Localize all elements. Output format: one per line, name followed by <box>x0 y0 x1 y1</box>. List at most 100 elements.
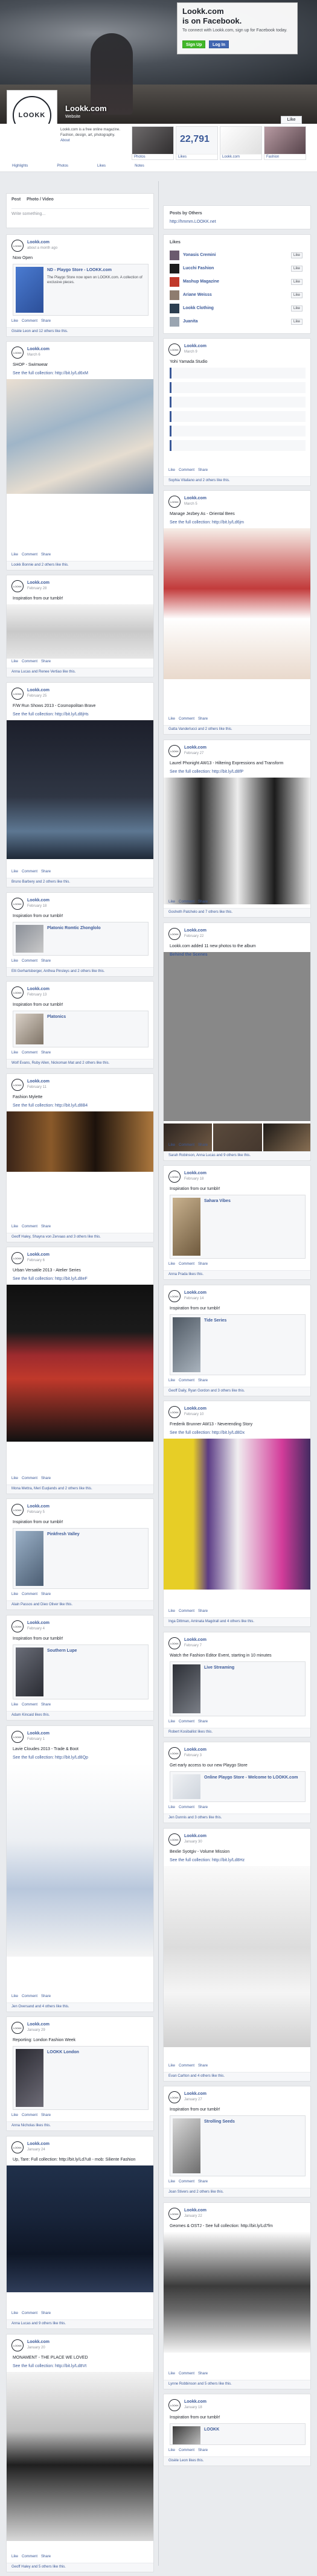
share-action[interactable]: Share <box>41 1225 51 1229</box>
page-avatar[interactable]: LOOKK <box>11 688 24 700</box>
post-author[interactable]: Lookk.com <box>184 344 207 348</box>
like-action[interactable]: Like <box>11 1703 18 1707</box>
liked-page-name[interactable]: Juanita <box>183 319 198 324</box>
like-action[interactable]: Like <box>168 1143 175 1147</box>
comment-action[interactable]: Comment <box>179 1143 194 1147</box>
post-time[interactable]: February 22 <box>184 935 203 938</box>
post-likes-summary[interactable]: Geoff Daily, Ryan Gordon and 3 others li… <box>164 1387 310 1396</box>
tile-lookk[interactable]: Lookk.com <box>220 126 262 160</box>
post-photo[interactable] <box>164 1866 310 2047</box>
post-photo[interactable] <box>7 379 153 494</box>
like-action[interactable]: Like <box>168 2449 175 2452</box>
share-action[interactable]: Share <box>41 1593 51 1596</box>
share-action[interactable]: Share <box>41 1051 51 1055</box>
like-action[interactable]: Like <box>168 1379 175 1382</box>
liked-page-row[interactable]: Yonasis Cremini Like <box>170 251 303 261</box>
page-avatar[interactable]: LOOKK <box>168 1171 181 1183</box>
share-action[interactable]: Share <box>198 1262 208 1266</box>
comment-action[interactable]: Comment <box>22 319 37 323</box>
post-time[interactable]: February 27 <box>184 752 203 755</box>
post-likes-summary[interactable]: Anna Prada likes this. <box>164 1270 310 1279</box>
share-action[interactable]: Share <box>41 660 51 663</box>
like-action[interactable]: Like <box>168 468 175 472</box>
post-author[interactable]: Lookk.com <box>184 1407 207 1411</box>
page-avatar[interactable]: LOOKK <box>11 2141 24 2153</box>
comment-action[interactable]: Comment <box>22 1051 37 1055</box>
post-time[interactable]: February 25 <box>27 694 46 698</box>
post-author[interactable]: Lookk.com <box>27 2022 50 2027</box>
post-photo[interactable] <box>7 604 153 659</box>
like-action[interactable]: Like <box>168 1609 175 1613</box>
post-likes-summary[interactable]: Geoff Haley and 5 others like this. <box>7 2563 153 2572</box>
share-action[interactable]: Share <box>198 1143 208 1147</box>
page-avatar[interactable]: LOOKK <box>11 898 24 910</box>
post-author[interactable]: Lookk.com <box>184 746 207 750</box>
like-action[interactable]: Like <box>11 1225 18 1229</box>
share-action[interactable]: Share <box>198 717 208 721</box>
about-link[interactable]: About <box>60 139 70 142</box>
like-action[interactable]: Like <box>11 553 18 557</box>
page-avatar[interactable]: LOOKK <box>168 1406 181 1418</box>
liked-page-name[interactable]: Lookk Clothing <box>183 306 214 310</box>
post-time[interactable]: January 20 <box>27 2346 45 2350</box>
page-avatar[interactable]: LOOKK <box>11 2022 24 2034</box>
comment-action[interactable]: Comment <box>179 1720 194 1724</box>
post-author[interactable]: Lookk.com <box>27 688 50 692</box>
page-avatar[interactable]: LOOKK <box>11 986 24 999</box>
link-title[interactable]: Sahara Vibes <box>204 1199 301 1203</box>
comment-action[interactable]: Comment <box>179 2180 194 2184</box>
like-action[interactable]: Like <box>11 660 18 663</box>
post-author[interactable]: Lookk.com <box>27 2340 50 2344</box>
page-avatar[interactable]: LOOKK <box>11 1620 24 1632</box>
post-likes-summary[interactable]: Lookk Bonnie and 2 others like this. <box>7 561 153 570</box>
post-author[interactable]: Lookk.com <box>27 987 50 991</box>
post-author[interactable]: Lookk.com <box>27 347 50 351</box>
comment-action[interactable]: Comment <box>22 2555 37 2558</box>
page-avatar[interactable]: LOOKK <box>168 2208 181 2220</box>
post-time[interactable]: January 29 <box>27 2028 45 2032</box>
share-action[interactable]: Share <box>198 2064 208 2068</box>
share-action[interactable]: Share <box>41 319 51 323</box>
comment-action[interactable]: Comment <box>179 900 194 904</box>
share-action[interactable]: Share <box>198 1720 208 1724</box>
like-action[interactable]: Like <box>168 2372 175 2376</box>
link-title[interactable]: Tide Series <box>204 1318 301 1323</box>
comment-action[interactable]: Comment <box>22 2114 37 2117</box>
comment-action[interactable]: Comment <box>22 870 37 874</box>
post-time[interactable]: February 1 <box>27 1737 45 1741</box>
page-avatar[interactable]: LOOKK <box>168 2091 181 2103</box>
post-time[interactable]: January 27 <box>184 2098 202 2101</box>
post-time[interactable]: February 18 <box>27 904 46 908</box>
post-time[interactable]: February 5 <box>27 1510 45 1514</box>
post-author[interactable]: Lookk.com <box>184 2400 207 2404</box>
login-button[interactable]: Log In <box>209 40 229 48</box>
post-likes-summary[interactable]: Sophia Vitaliano and 2 others like this. <box>164 476 310 485</box>
comment-action[interactable]: Comment <box>22 660 37 663</box>
post-link[interactable]: See the full collection: http://bit.ly/L… <box>170 520 244 526</box>
link-preview[interactable]: Tide Series <box>170 1314 306 1375</box>
link-title[interactable]: LOOKK <box>204 2427 301 2432</box>
post-tab[interactable]: Post <box>11 197 21 202</box>
link-preview[interactable]: ND - Playgo Store - LOOKK.com The Playgo … <box>13 264 149 316</box>
liked-page-name[interactable]: Ariane Weisss <box>183 293 212 297</box>
page-avatar[interactable]: LOOKK <box>168 928 181 940</box>
post-time[interactable]: January 18 <box>184 2406 202 2409</box>
post-likes-summary[interactable]: Anna Nicholas likes this. <box>7 2121 153 2130</box>
comment-action[interactable]: Comment <box>179 1806 194 1809</box>
comment-action[interactable]: Comment <box>22 553 37 557</box>
post-time[interactable]: January 22 <box>184 2214 202 2218</box>
post-author[interactable]: Lookk.com <box>184 1834 207 1838</box>
post-time[interactable]: February 11 <box>27 1085 46 1089</box>
post-link[interactable]: See the full collection: http://bit.ly/L… <box>13 1103 88 1109</box>
share-action[interactable]: Share <box>41 2312 51 2315</box>
page-avatar[interactable]: LOOKK <box>168 1833 181 1846</box>
post-time[interactable]: February 4 <box>27 1627 45 1631</box>
post-likes-summary[interactable]: Robert Kosiballist likes this. <box>164 1728 310 1737</box>
comment-action[interactable]: Comment <box>22 1477 37 1480</box>
page-name[interactable]: Lookk.com <box>65 104 107 113</box>
post-likes-summary[interactable]: Geoff Haley, Shayna von Zervaas and 3 ot… <box>7 1233 153 1242</box>
post-author[interactable]: Lookk.com <box>184 1638 207 1642</box>
post-time[interactable]: February 28 <box>27 587 46 590</box>
post-author[interactable]: Lookk.com <box>27 2142 50 2146</box>
like-action[interactable]: Like <box>11 2555 18 2558</box>
